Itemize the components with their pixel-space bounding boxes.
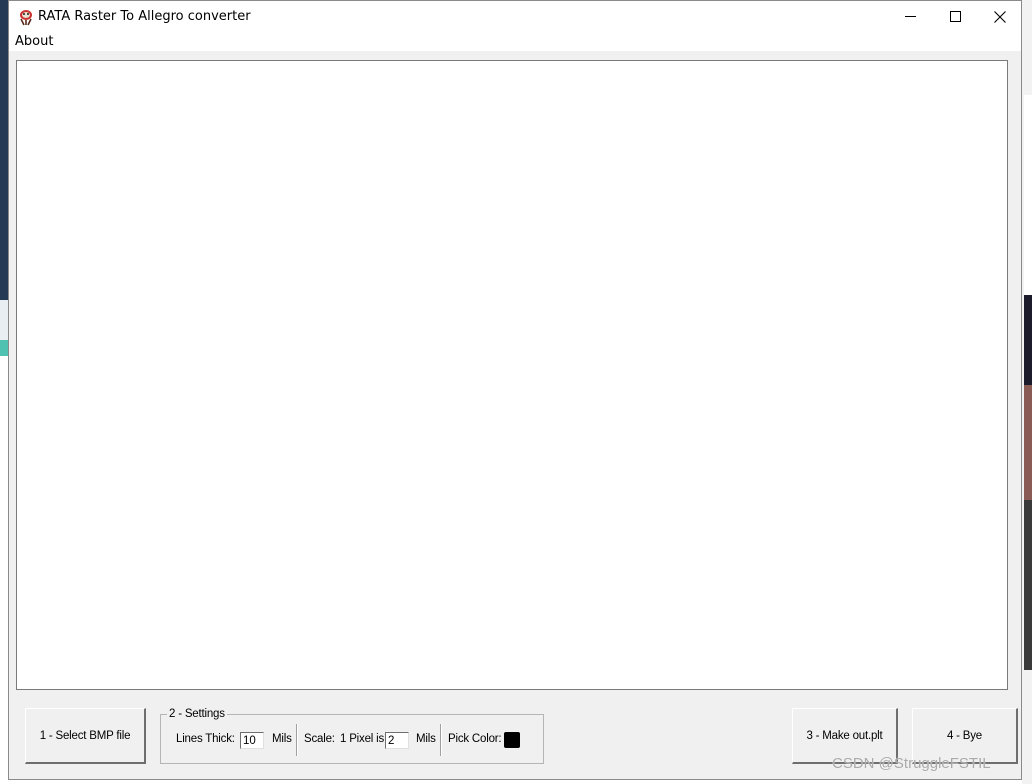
watermark-text: CSDN @StruggleFSTIL <box>832 755 991 772</box>
pixel-scale-input[interactable] <box>385 732 409 749</box>
settings-groupbox: 2 - Settings Lines Thick: Mils Scale: 1 … <box>160 708 544 764</box>
lines-thick-label: Lines Thick: <box>176 733 235 745</box>
minimize-icon <box>904 16 916 17</box>
pixel-label: 1 Pixel is <box>340 733 385 745</box>
lines-thick-unit: Mils <box>272 733 292 745</box>
pick-color-swatch[interactable] <box>504 732 520 748</box>
desktop-background-left-mid <box>0 300 8 340</box>
desktop-background-left <box>0 0 8 300</box>
desktop-background-right <box>1022 0 1032 784</box>
minimize-button[interactable] <box>887 1 933 32</box>
image-preview-canvas <box>16 60 1008 690</box>
app-logo-icon <box>20 10 32 26</box>
settings-divider <box>440 724 442 756</box>
window-title: RATA Raster To Allegro converter <box>38 9 251 24</box>
settings-divider <box>296 724 298 756</box>
title-bar[interactable]: RATA Raster To Allegro converter <box>9 1 1021 32</box>
close-button[interactable] <box>977 1 1023 32</box>
pixel-scale-unit: Mils <box>416 733 436 745</box>
close-icon <box>994 10 1006 23</box>
scale-label: Scale: <box>304 733 335 745</box>
pick-color-label: Pick Color: <box>448 733 502 745</box>
select-bmp-button[interactable]: 1 - Select BMP file <box>25 708 146 764</box>
maximize-icon <box>949 11 961 22</box>
maximize-button[interactable] <box>932 1 978 32</box>
menu-bar: About <box>9 32 1021 51</box>
settings-legend: 2 - Settings <box>167 708 227 720</box>
lines-thick-input[interactable] <box>240 732 264 749</box>
menu-about[interactable]: About <box>15 34 53 49</box>
desktop-background-left-accent <box>0 340 8 356</box>
app-window: RATA Raster To Allegro converter About 1… <box>8 0 1022 780</box>
